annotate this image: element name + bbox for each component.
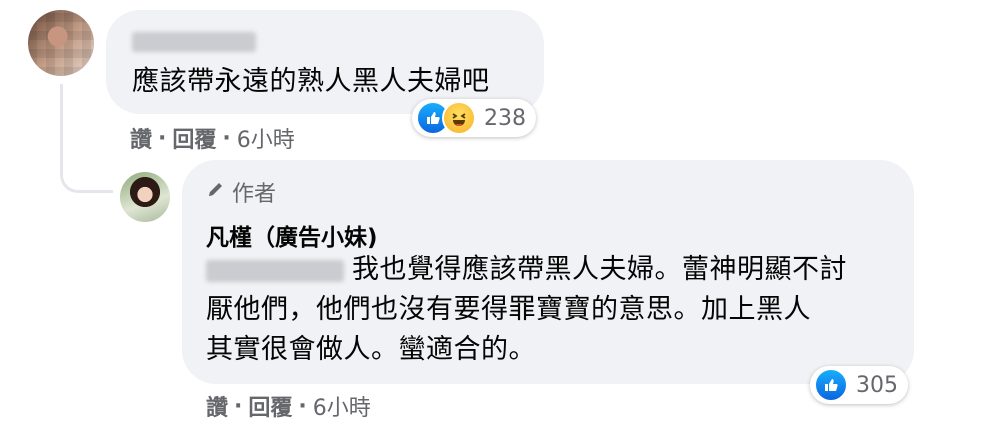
like-button[interactable]: 讚 <box>130 122 152 154</box>
timestamp[interactable]: 6小時 <box>313 390 371 422</box>
reply-button[interactable]: 回覆 <box>248 390 292 422</box>
separator: · <box>158 125 167 151</box>
reply-text-line-3: 其實很會做人。蠻適合的。 <box>206 334 536 365</box>
separator: · <box>298 393 307 419</box>
haha-icon <box>442 101 476 135</box>
reaction-count: 305 <box>856 372 898 398</box>
like-icon <box>814 368 848 402</box>
author-name[interactable]: 凡槿（廣告小妹) <box>206 218 378 252</box>
like-button[interactable]: 讚 <box>206 390 228 422</box>
author-avatar[interactable] <box>120 172 170 222</box>
separator: · <box>222 125 231 151</box>
timestamp[interactable]: 6小時 <box>237 122 295 154</box>
comment-text: 應該帶永遠的熟人黑人夫婦吧 <box>132 66 490 97</box>
comment-actions: 讚 · 回覆 · 6小時 <box>130 122 295 154</box>
reply-actions: 讚 · 回覆 · 6小時 <box>206 390 371 422</box>
reply-text-line-2: 厭他們，他們也沒有要得罪寶寶的意思。加上黑人 <box>206 294 811 325</box>
reply-reactions[interactable]: 305 <box>810 366 908 404</box>
commenter-avatar[interactable] <box>28 10 94 76</box>
mention-blurred[interactable] <box>206 260 344 282</box>
reply-button[interactable]: 回覆 <box>172 122 216 154</box>
author-badge: 作者 <box>206 176 276 208</box>
reply-text-line-1: 我也覺得應該帶黑人夫婦。蕾神明顯不討 <box>352 254 847 285</box>
pencil-icon <box>206 179 226 205</box>
reaction-count: 238 <box>484 105 526 131</box>
reply-bubble: 作者 凡槿（廣告小妹) 我也覺得應該帶黑人夫婦。蕾神明顯不討 厭他們，他們也沒有… <box>182 160 914 384</box>
comment-reactions[interactable]: 238 <box>412 99 536 137</box>
commenter-name-blurred[interactable] <box>132 32 256 52</box>
author-tag-label: 作者 <box>232 182 277 207</box>
separator: · <box>234 393 243 419</box>
thread-connector <box>60 84 113 193</box>
